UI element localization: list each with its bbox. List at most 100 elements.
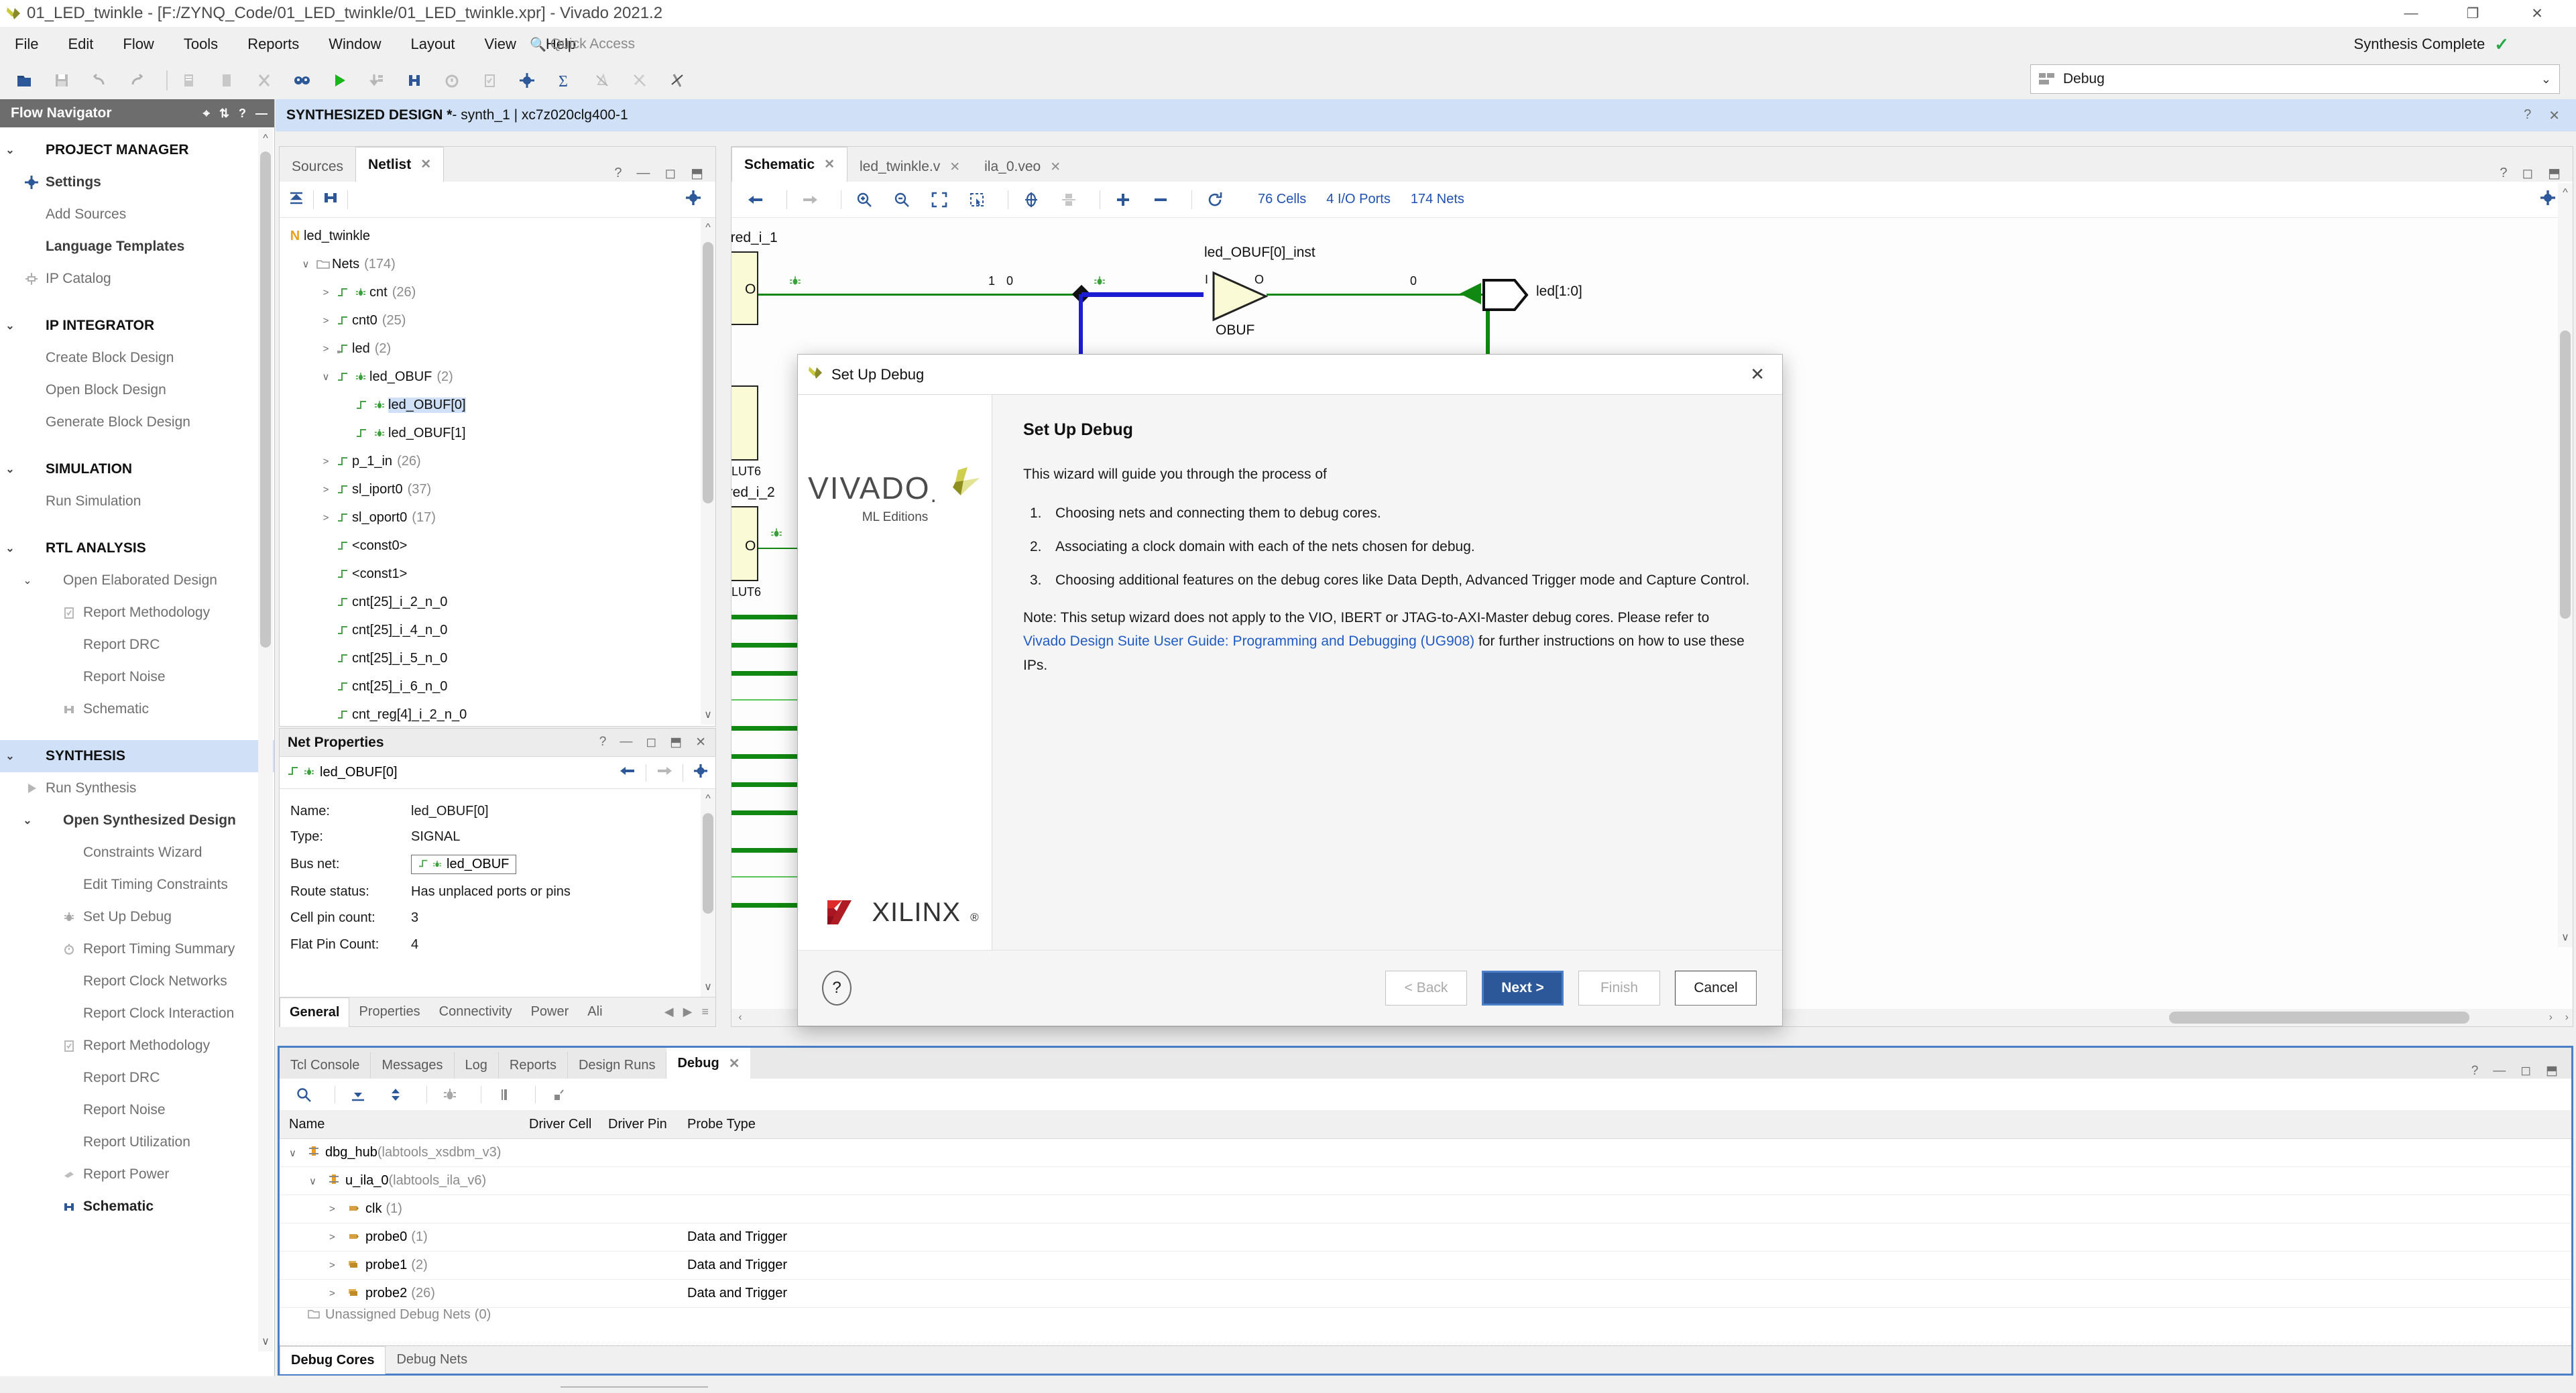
maximize-panel-icon[interactable]: ◻ [646,735,656,750]
run-icon[interactable] [325,66,354,95]
sidebar-item-ip-catalog[interactable]: IP Catalog [0,263,274,295]
tab-aliases[interactable]: Ali [578,997,611,1027]
tree-root-led-twinkle[interactable]: N led_twinkle [280,222,715,250]
chevron-down-icon[interactable]: ∨ [289,1147,308,1159]
help-icon[interactable]: ? [2471,1064,2479,1079]
menu-layout[interactable]: Layout [396,27,469,62]
scroll-down-icon[interactable]: ∨ [2558,927,2573,947]
schematic-vertical-scrollbar[interactable]: ^ ∨ [2558,183,2573,947]
debug-bug-toolbar-icon[interactable] [435,1080,465,1109]
scroll-down-icon[interactable]: ∨ [701,705,715,725]
minimize-button[interactable]: — [2388,0,2434,27]
scroll-down-icon[interactable]: ∨ [258,1331,273,1351]
help-icon[interactable]: ? [239,107,246,121]
collapse-all-icon[interactable] [288,189,305,210]
design-header-close-icon[interactable]: ✕ [2549,107,2560,124]
reload-schematic-icon[interactable] [1200,185,1230,215]
sidebar-section-ip-integrator[interactable]: ⌄ IP INTEGRATOR [0,310,274,342]
minimize-panel-icon[interactable]: — [2493,1064,2506,1079]
tree-item-led-obuf-0[interactable]: led_OBUF[0] [280,391,715,419]
sidebar-item-report-clock-interaction[interactable]: Report Clock Interaction [0,997,274,1030]
redo-icon[interactable] [122,66,152,95]
tab-messages[interactable]: Messages [371,1052,455,1079]
chevron-right-icon[interactable]: > [317,343,335,355]
tab-power[interactable]: Power [522,997,579,1027]
methodology-icon[interactable] [475,66,504,95]
maximize-panel-icon[interactable]: ◻ [664,165,676,182]
scrollbar-thumb[interactable] [703,813,713,914]
menu-tools[interactable]: Tools [169,27,233,62]
scroll-right-icon[interactable]: › [2549,1012,2553,1024]
sidebar-section-simulation[interactable]: ⌄ SIMULATION [0,453,274,485]
debug-collapse-all-icon[interactable] [343,1080,373,1109]
sidebar-item-report-power[interactable]: Report Power [0,1158,274,1191]
scroll-end-icon[interactable]: › [2565,1012,2569,1024]
remove-cell-icon[interactable] [1146,185,1175,215]
sidebar-item-settings[interactable]: Settings [0,166,274,198]
marker-icon[interactable] [587,66,617,95]
layout-selector[interactable]: Debug ⌄ [2030,64,2560,94]
menu-view[interactable]: View [470,27,531,62]
next-button[interactable]: Next > [1482,970,1564,1006]
debug-assign-icon[interactable] [544,1080,573,1109]
tab-connectivity[interactable]: Connectivity [430,997,522,1027]
collapse-all-icon[interactable]: ⌖ [203,107,210,121]
sidebar-item-report-drc-synth[interactable]: Report DRC [0,1062,274,1094]
tree-item-cnt0[interactable]: > cnt0 (25) [280,306,715,335]
column-header-driver-cell[interactable]: Driver Cell [520,1117,599,1132]
save-icon[interactable] [47,66,76,95]
sidebar-item-run-simulation[interactable]: Run Simulation [0,485,274,518]
minimize-panel-icon[interactable]: — [636,166,650,181]
close-icon[interactable]: ✕ [420,157,431,172]
tab-netlist[interactable]: Netlist ✕ [355,147,445,182]
net-properties-gear-icon[interactable] [693,763,709,783]
tab-menu-icon[interactable]: ≡ [701,1005,709,1019]
tree-item-led-obuf-1[interactable]: led_OBUF[1] [280,419,715,447]
close-icon[interactable]: ✕ [949,160,960,175]
tab-led-twinkle-v[interactable]: led_twinkle.v ✕ [847,152,972,182]
quick-access-search[interactable]: 🔍 Quick Access [530,27,731,62]
output-port-icon[interactable] [1481,275,1529,315]
tab-sources[interactable]: Sources [280,152,355,182]
sidebar-item-open-block-design[interactable]: Open Block Design [0,374,274,406]
back-button[interactable]: < Back [1385,970,1467,1006]
schematic-settings-gear-icon[interactable] [2539,189,2557,210]
back-nav-icon[interactable] [619,765,636,781]
stat-nets[interactable]: 174 Nets [1411,192,1464,207]
chevron-right-icon[interactable]: > [317,512,335,524]
tree-item-const1[interactable]: <const1> [280,560,715,588]
tab-design-runs[interactable]: Design Runs [568,1052,667,1079]
sidebar-section-project-manager[interactable]: ⌄ PROJECT MANAGER [0,134,274,166]
netlist-settings-gear-icon[interactable] [685,189,702,210]
tab-debug-cores[interactable]: Debug Cores [280,1345,386,1374]
help-icon[interactable]: ? [599,735,607,750]
find-icon[interactable] [287,66,316,95]
tree-item-sl-oport0[interactable]: > sl_oport0 (17) [280,503,715,532]
zoom-area-icon[interactable] [962,185,992,215]
forward-nav-icon[interactable] [656,765,673,781]
tab-log[interactable]: Log [455,1052,499,1079]
open-project-icon[interactable] [9,66,39,95]
tree-item-nets[interactable]: ∨ Nets (174) [280,250,715,278]
scrollbar-thumb[interactable] [260,152,271,648]
tree-item-cnt25-i4[interactable]: cnt[25]_i_4_n_0 [280,616,715,644]
table-row[interactable]: > clk (1) [280,1195,2571,1223]
sidebar-item-report-noise-rtl[interactable]: Report Noise [0,661,274,693]
chevron-down-icon[interactable]: ∨ [297,258,314,270]
zoom-fit-icon[interactable] [925,185,954,215]
scroll-up-icon[interactable]: ^ [2558,183,2573,203]
column-header-probe-type[interactable]: Probe Type [678,1117,793,1132]
table-row[interactable]: > probe1 (2) Data and Trigger [280,1252,2571,1280]
report-icon[interactable] [362,66,392,95]
sidebar-item-constraints-wizard[interactable]: Constraints Wizard [0,837,274,869]
debug-core-icon[interactable] [489,1080,519,1109]
delete-icon[interactable] [249,66,279,95]
netlist-tree[interactable]: N led_twinkle ∨ Nets (174) > cnt (26) > cnt0(… [280,218,715,725]
sidebar-section-synthesis[interactable]: ⌄ SYNTHESIS [0,740,274,772]
tab-debug-nets[interactable]: Debug Nets [386,1346,478,1374]
scroll-left-icon[interactable]: ‹ [731,1012,749,1024]
unroute-icon[interactable] [662,66,692,95]
zoom-selection-icon[interactable] [1016,185,1046,215]
bus-net-chip[interactable]: led_OBUF [411,854,517,874]
table-row[interactable]: > probe2 (26) Data and Trigger [280,1280,2571,1308]
